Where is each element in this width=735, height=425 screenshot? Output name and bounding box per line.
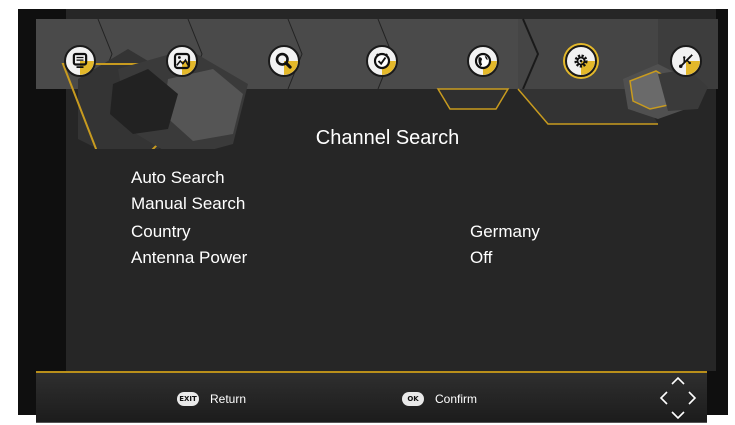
page-title-text: Channel Search — [315, 127, 460, 149]
clock-icon — [373, 52, 396, 75]
confirm-hint[interactable]: Confirm — [435, 390, 477, 408]
menu-item-label: Antenna Power — [131, 248, 248, 267]
gear-icon — [574, 54, 595, 75]
menu-item-country[interactable]: Country Germany — [131, 219, 611, 245]
dpad-arrows-icon — [659, 376, 697, 420]
menu-item-label: Auto Search — [131, 168, 225, 187]
antenna-power-value[interactable]: Off — [470, 245, 492, 271]
tab-option[interactable] — [467, 45, 499, 77]
footer-help-bar: EXIT Return OK Confirm — [36, 371, 707, 423]
usb-icon — [679, 54, 700, 75]
tv-screen-icon — [72, 52, 94, 75]
menu-item-auto-search[interactable]: Auto Search — [131, 165, 611, 191]
tab-system[interactable] — [565, 45, 597, 77]
tab-usb[interactable] — [670, 45, 702, 77]
menu-item-antenna-power[interactable]: Antenna Power Off — [131, 245, 611, 271]
globe-icon — [474, 52, 497, 75]
menu-item-manual-search[interactable]: Manual Search — [131, 191, 611, 217]
exit-key-icon: EXIT — [177, 392, 199, 406]
tab-program[interactable] — [64, 45, 96, 77]
menu-item-label: Manual Search — [131, 194, 246, 213]
country-value[interactable]: Germany — [470, 219, 540, 245]
menu-item-label: Country — [131, 222, 191, 241]
tab-time[interactable] — [366, 45, 398, 77]
image-icon — [173, 52, 196, 75]
page-title: Channel Search — [0, 127, 735, 150]
tab-search[interactable] — [268, 45, 300, 77]
return-hint[interactable]: Return — [210, 390, 246, 408]
search-icon — [275, 52, 298, 75]
ok-key-icon: OK — [402, 392, 424, 406]
tab-picture[interactable] — [166, 45, 198, 77]
